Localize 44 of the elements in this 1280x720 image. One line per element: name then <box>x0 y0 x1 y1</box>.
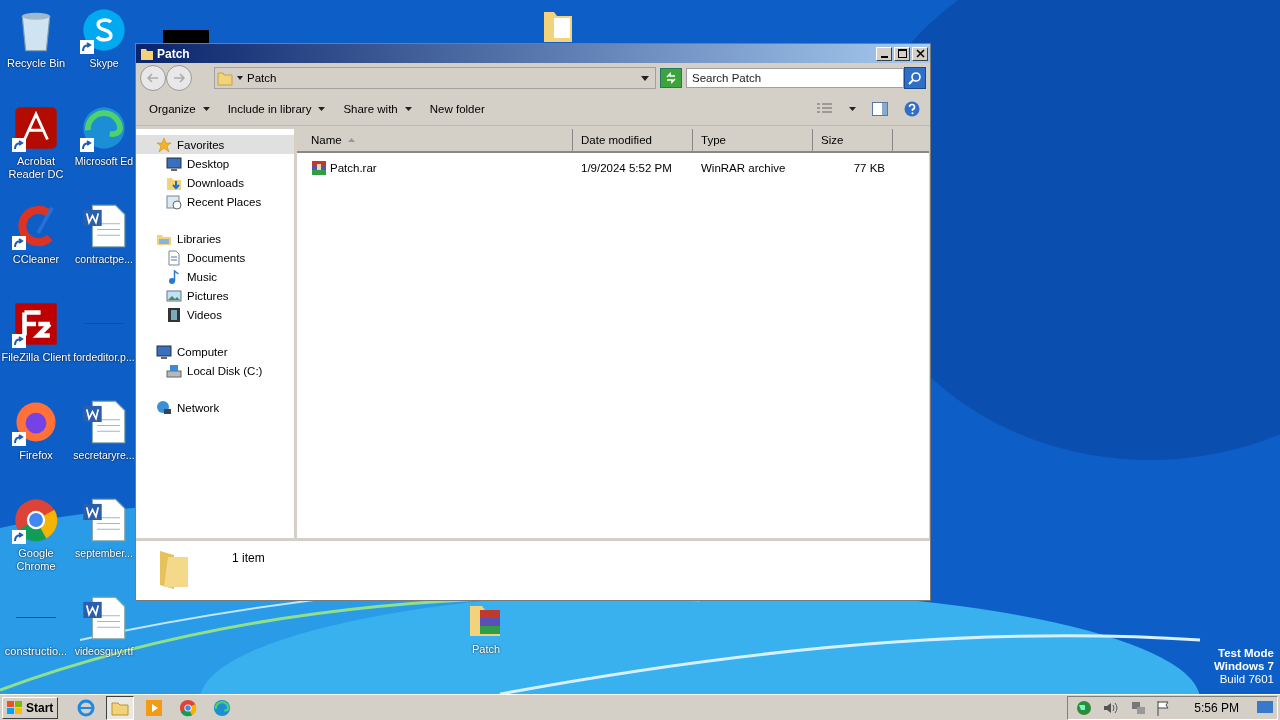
address-bar[interactable]: Patch <box>214 67 656 89</box>
date-cell: 1/9/2024 5:52 PM <box>581 162 672 174</box>
desktop-icon[interactable]: fordeditor.p... <box>72 300 136 398</box>
nav-item[interactable]: Libraries <box>136 229 294 248</box>
size-cell: 77 KB <box>853 162 885 174</box>
nav-item[interactable]: Recent Places <box>136 192 294 211</box>
start-button[interactable]: Start <box>2 697 59 719</box>
nav-item[interactable]: Computer <box>136 342 294 361</box>
desktop-icon[interactable]: FileZilla Client <box>0 300 72 398</box>
nav-item[interactable]: Network <box>136 398 294 417</box>
toolbar-button[interactable]: Include in library <box>220 100 333 118</box>
file-name: Patch.rar <box>330 162 377 174</box>
clock[interactable]: 5:56 PM <box>1194 701 1239 715</box>
nav-item[interactable]: Desktop <box>136 154 294 173</box>
test-mode-text: Windows 7 <box>1214 660 1274 673</box>
desktop-icon[interactable]: Skype <box>72 6 136 104</box>
nav-item[interactable]: Videos <box>136 305 294 324</box>
desktop-icon[interactable]: contractpe... <box>72 202 136 300</box>
type-cell: WinRAR archive <box>701 162 786 174</box>
nav-item[interactable]: Downloads <box>136 173 294 192</box>
column-header[interactable]: Name <box>303 129 573 151</box>
test-mode-text: Test Mode <box>1218 647 1274 660</box>
toolbar-button[interactable]: Share with <box>336 100 419 118</box>
test-mode-text: Build 7601 <box>1219 673 1274 686</box>
desktop-icon[interactable]: Acrobat Reader DC <box>0 104 72 202</box>
nav-item[interactable]: Favorites <box>136 135 294 154</box>
desktop-icon[interactable]: secretaryre... <box>72 398 136 496</box>
desktop-icon[interactable]: Microsoft Ed <box>72 104 136 202</box>
toolbar-button[interactable]: New folder <box>422 100 492 118</box>
column-header[interactable]: Type <box>693 129 813 151</box>
desktop-icon[interactable]: Firefox <box>0 398 72 496</box>
toolbar-button[interactable]: Organize <box>142 100 217 118</box>
nav-item[interactable]: Music <box>136 267 294 286</box>
nav-item[interactable]: Documents <box>136 248 294 267</box>
nav-item[interactable]: Pictures <box>136 286 294 305</box>
column-header[interactable]: Date modified <box>573 129 693 151</box>
nav-item[interactable]: Local Disk (C:) <box>136 361 294 380</box>
search-field[interactable]: Search Patch <box>686 68 904 88</box>
column-header[interactable]: Size <box>813 129 893 151</box>
desktop-icon[interactable]: CCleaner <box>0 202 72 300</box>
window-title: Patch <box>157 46 191 61</box>
file-row[interactable]: Patch.rar 1/9/2024 5:52 PM WinRAR archive 77 KB <box>297 157 929 179</box>
desktop-icon[interactable]: Recycle Bin <box>0 6 72 104</box>
item-count: 1 item <box>232 551 265 565</box>
